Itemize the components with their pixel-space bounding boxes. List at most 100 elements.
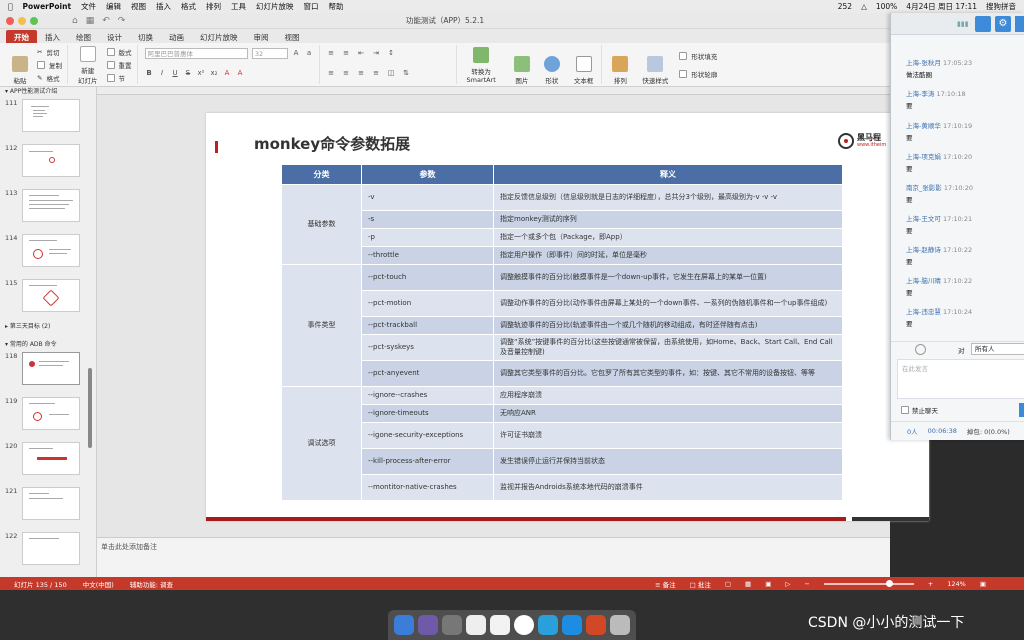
- chrome-icon[interactable]: [514, 615, 534, 635]
- sorter-view-icon[interactable]: ▦: [745, 580, 751, 588]
- section-header-top[interactable]: ▾ APP性能测试介绍: [0, 87, 96, 97]
- menu-app-name[interactable]: PowerPoint: [23, 2, 72, 11]
- thumbnail-slide-current[interactable]: 118: [0, 350, 96, 395]
- chat-input[interactable]: 在此发言: [897, 359, 1024, 399]
- accessibility-checker[interactable]: 辅助功能: 调查: [130, 579, 173, 589]
- convert-smartart-button[interactable]: 转换为 SmartArt: [464, 45, 499, 84]
- tab-home[interactable]: 开始: [6, 30, 37, 43]
- new-slide-button[interactable]: 新建 幻灯片: [75, 45, 101, 85]
- menu-edit[interactable]: 编辑: [106, 1, 121, 12]
- calendar-icon[interactable]: [490, 615, 510, 635]
- mind-map-icon[interactable]: [538, 615, 558, 635]
- tab-draw[interactable]: 绘图: [68, 30, 99, 43]
- layout-button[interactable]: 版式: [106, 47, 132, 57]
- font-name-select[interactable]: 阿里巴巴普惠体: [144, 48, 248, 59]
- shape-button[interactable]: 形状: [541, 45, 563, 85]
- shape-fill-button[interactable]: 形状填充: [679, 51, 717, 61]
- emoji-icon[interactable]: [915, 344, 926, 355]
- screen-share-icon[interactable]: [975, 16, 991, 32]
- font-color-icon[interactable]: A: [236, 69, 245, 78]
- thumbnail-slide[interactable]: 120: [0, 440, 96, 485]
- tab-view[interactable]: 视图: [277, 30, 308, 43]
- align-center-icon[interactable]: ≡: [342, 69, 351, 78]
- slide-canvas[interactable]: monkey命令参数拓展 黑马程 www.itheim 分类 参数 释义 基础参…: [206, 113, 929, 521]
- zoom-level[interactable]: 124%: [947, 580, 966, 588]
- numbering-icon[interactable]: ≡: [342, 49, 351, 58]
- menu-tools[interactable]: 工具: [231, 1, 246, 12]
- notes-pane[interactable]: 单击此处添加备注: [97, 537, 890, 577]
- apple-icon[interactable]: : [8, 2, 13, 11]
- language-indicator[interactable]: 中文(中国): [83, 579, 114, 589]
- picture-button[interactable]: 图片: [511, 45, 533, 85]
- status-count[interactable]: 252: [838, 2, 852, 11]
- section-button[interactable]: 节: [106, 73, 132, 83]
- ban-chat-checkbox[interactable]: [901, 406, 909, 414]
- zoom-window-button[interactable]: [30, 16, 38, 25]
- align-left-icon[interactable]: ≡: [327, 69, 336, 78]
- format-painter-button[interactable]: ✎ 格式: [37, 73, 62, 83]
- section-header-adb[interactable]: ▾ 常用的 ADB 命令: [0, 340, 96, 350]
- menu-insert[interactable]: 插入: [156, 1, 171, 12]
- fit-slide-icon[interactable]: ▣: [980, 580, 986, 588]
- menu-format[interactable]: 格式: [181, 1, 196, 12]
- home-icon[interactable]: ⌂: [72, 16, 78, 26]
- slideshow-view-icon[interactable]: ▷: [785, 580, 790, 588]
- close-window-button[interactable]: [6, 16, 14, 25]
- thumbnail-slide[interactable]: 111: [0, 97, 96, 142]
- menu-slideshow[interactable]: 幻灯片放映: [256, 1, 294, 12]
- cut-button[interactable]: ✂ 剪切: [37, 47, 62, 57]
- bullets-icon[interactable]: ≡: [327, 49, 336, 58]
- thumbnail-slide[interactable]: 115: [0, 277, 96, 322]
- thumbnail-slide[interactable]: 114: [0, 232, 96, 277]
- clock[interactable]: 4月24日 周日 17:11: [906, 1, 977, 12]
- paste-button[interactable]: 粘贴: [9, 45, 31, 85]
- strikethrough-icon[interactable]: S: [184, 69, 193, 78]
- arrange-button[interactable]: 排列: [609, 45, 631, 85]
- parameter-table[interactable]: 分类 参数 释义 基础参数 -v 指定反馈信息级别（信息级别就是日志的详细程度）…: [281, 164, 843, 501]
- minimize-window-button[interactable]: [18, 16, 26, 25]
- text-direction-icon[interactable]: ⇅: [402, 69, 411, 78]
- typora-icon[interactable]: [466, 615, 486, 635]
- align-right-icon[interactable]: ≡: [357, 69, 366, 78]
- menu-arrange[interactable]: 排列: [206, 1, 221, 12]
- shrink-font-icon[interactable]: a: [305, 49, 314, 58]
- slide-title[interactable]: monkey命令参数拓展: [254, 133, 410, 154]
- zoom-slider-knob[interactable]: [885, 579, 893, 587]
- tab-review[interactable]: 审阅: [246, 30, 277, 43]
- redo-icon[interactable]: ↷: [118, 16, 126, 26]
- save-icon[interactable]: ▦: [86, 16, 95, 26]
- superscript-icon[interactable]: x²: [197, 69, 206, 78]
- thumbnail-slide[interactable]: 119: [0, 395, 96, 440]
- line-spacing-icon[interactable]: ↕: [387, 49, 396, 58]
- columns-icon[interactable]: ◫: [387, 69, 396, 78]
- menu-file[interactable]: 文件: [81, 1, 96, 12]
- grow-font-icon[interactable]: A: [292, 49, 301, 58]
- finder-icon[interactable]: [394, 615, 414, 635]
- bold-icon[interactable]: B: [145, 69, 154, 78]
- gear-icon[interactable]: ⚙: [995, 16, 1011, 32]
- zoom-in-button[interactable]: +: [928, 580, 933, 588]
- send-button[interactable]: [1019, 403, 1024, 417]
- people-count[interactable]: 0人: [907, 426, 918, 436]
- tab-slideshow[interactable]: 幻灯片放映: [192, 30, 246, 43]
- launchpad-icon[interactable]: [442, 615, 462, 635]
- battery-level[interactable]: 100%: [876, 2, 897, 11]
- wifi-icon[interactable]: △: [861, 2, 867, 11]
- siri-icon[interactable]: [418, 615, 438, 635]
- reading-view-icon[interactable]: ▣: [765, 580, 771, 588]
- thumbnail-scrollbar[interactable]: [88, 368, 92, 448]
- undo-icon[interactable]: ↶: [102, 16, 110, 26]
- justify-icon[interactable]: ≡: [372, 69, 381, 78]
- font-size-select[interactable]: 32: [251, 48, 288, 59]
- copy-button[interactable]: 复制: [37, 60, 62, 70]
- thumbnail-slide[interactable]: 113: [0, 187, 96, 232]
- trash-icon[interactable]: [610, 615, 630, 635]
- more-icon[interactable]: [1015, 16, 1024, 32]
- decrease-indent-icon[interactable]: ⇤: [357, 49, 366, 58]
- tab-design[interactable]: 设计: [99, 30, 130, 43]
- zoom-slider[interactable]: [823, 579, 914, 587]
- recipient-select[interactable]: 所有人: [971, 343, 1024, 355]
- menu-help[interactable]: 帮助: [329, 1, 344, 12]
- normal-view-icon[interactable]: ▢: [725, 580, 731, 588]
- powerpoint-icon[interactable]: [586, 615, 606, 635]
